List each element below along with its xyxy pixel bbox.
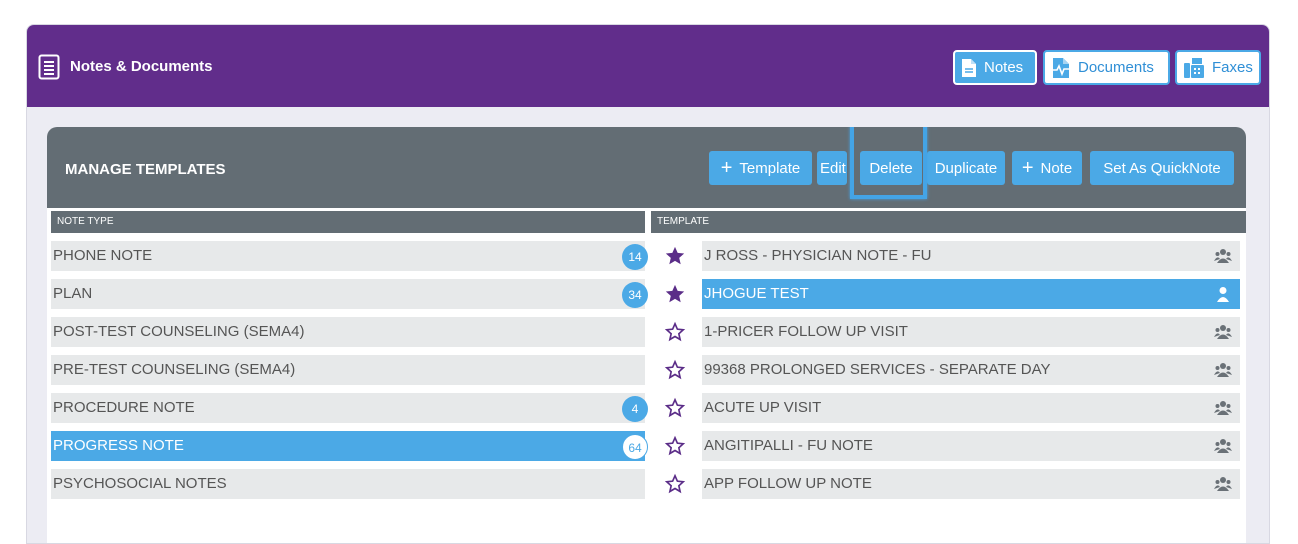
edit-label: Edit (820, 159, 846, 177)
tab-faxes-label: Faxes (1212, 59, 1253, 76)
duplicate-button[interactable]: Duplicate (927, 151, 1005, 185)
template-label: APP FOLLOW UP NOTE (704, 475, 872, 492)
note-type-row[interactable]: POST-TEST COUNSELING (SEMA4) (51, 317, 645, 347)
template-label: ACUTE UP VISIT (704, 399, 822, 416)
template-item[interactable]: 99368 PROLONGED SERVICES - SEPARATE DAY (702, 355, 1240, 385)
template-row[interactable]: J ROSS - PHYSICIAN NOTE - FU (651, 241, 1246, 271)
note-type-row[interactable]: PSYCHOSOCIAL NOTES (51, 469, 645, 499)
note-type-row[interactable]: PLAN 34 (51, 279, 648, 309)
note-type-row[interactable]: PROCEDURE NOTE 4 (51, 393, 648, 423)
users-group-icon (1214, 439, 1232, 453)
star-outline-icon[interactable] (664, 359, 686, 381)
users-group-icon (1214, 401, 1232, 415)
template-row[interactable]: 99368 PROLONGED SERVICES - SEPARATE DAY (651, 355, 1246, 385)
add-template-button[interactable]: + Template (709, 151, 812, 185)
manage-templates-toolbar: MANAGE TEMPLATES + Template Edit Delete … (47, 127, 1246, 208)
template-label: 99368 PROLONGED SERVICES - SEPARATE DAY (704, 361, 1051, 378)
count-badge: 14 (622, 244, 648, 270)
note-type-label: PROCEDURE NOTE (53, 399, 195, 416)
template-item[interactable]: J ROSS - PHYSICIAN NOTE - FU (702, 241, 1240, 271)
note-type-row[interactable]: PRE-TEST COUNSELING (SEMA4) (51, 355, 645, 385)
users-group-icon (1214, 325, 1232, 339)
template-item[interactable]: APP FOLLOW UP NOTE (702, 469, 1240, 499)
manage-templates-title: MANAGE TEMPLATES (65, 161, 226, 178)
template-label: JHOGUE TEST (704, 285, 809, 302)
template-label: 1-PRICER FOLLOW UP VISIT (704, 323, 908, 340)
note-type-row-selected[interactable]: PROGRESS NOTE 64 (51, 431, 648, 461)
star-outline-icon[interactable] (664, 435, 686, 457)
note-type-label: PLAN (53, 285, 93, 302)
note-type-label: POST-TEST COUNSELING (SEMA4) (53, 323, 305, 340)
tab-faxes[interactable]: Faxes (1175, 50, 1261, 85)
plus-icon: + (1021, 157, 1034, 179)
tab-notes[interactable]: Notes (953, 50, 1037, 85)
edit-button[interactable]: Edit (817, 151, 847, 185)
card-title: Notes & Documents (70, 58, 213, 75)
count-badge: 64 (622, 434, 648, 460)
delete-label: Delete (869, 159, 913, 177)
notes-documents-card: Notes & Documents Notes Documents Faxes … (26, 24, 1270, 544)
star-outline-icon[interactable] (664, 321, 686, 343)
star-filled-icon[interactable] (664, 245, 686, 267)
star-filled-icon[interactable] (664, 283, 686, 305)
star-outline-icon[interactable] (664, 473, 686, 495)
tab-documents-label: Documents (1078, 59, 1154, 76)
single-user-icon (1217, 287, 1229, 302)
notes-document-icon (38, 54, 60, 80)
template-row[interactable]: 1-PRICER FOLLOW UP VISIT (651, 317, 1246, 347)
count-badge: 4 (622, 396, 648, 422)
template-row-selected[interactable]: JHOGUE TEST (651, 279, 1246, 309)
template-item[interactable]: ACUTE UP VISIT (702, 393, 1240, 423)
template-item[interactable]: JHOGUE TEST (702, 279, 1240, 309)
manage-templates-panel: MANAGE TEMPLATES + Template Edit Delete … (47, 127, 1246, 543)
fax-icon (1184, 57, 1204, 78)
star-outline-icon[interactable] (664, 397, 686, 419)
tab-notes-label: Notes (984, 59, 1024, 76)
template-item[interactable]: 1-PRICER FOLLOW UP VISIT (702, 317, 1240, 347)
users-group-icon (1214, 363, 1232, 377)
duplicate-label: Duplicate (934, 159, 998, 177)
set-as-quicknote-button[interactable]: Set As QuickNote (1090, 151, 1234, 185)
add-note-button[interactable]: + Note (1012, 151, 1082, 185)
add-note-label: Note (1040, 159, 1073, 177)
note-type-label: PHONE NOTE (53, 247, 153, 264)
note-file-icon (962, 58, 976, 77)
note-type-header: NOTE TYPE (51, 211, 645, 233)
template-row[interactable]: ANGITIPALLI - FU NOTE (651, 431, 1246, 461)
note-type-row[interactable]: PHONE NOTE 14 (51, 241, 648, 271)
template-row[interactable]: APP FOLLOW UP NOTE (651, 469, 1246, 499)
tab-documents[interactable]: Documents (1043, 50, 1170, 85)
count-badge: 34 (622, 282, 648, 308)
note-type-label: PROGRESS NOTE (53, 437, 184, 454)
users-group-icon (1214, 249, 1232, 263)
users-group-icon (1214, 477, 1232, 491)
template-label: ANGITIPALLI - FU NOTE (704, 437, 873, 454)
note-type-label: PRE-TEST COUNSELING (SEMA4) (53, 361, 296, 378)
document-pulse-icon (1053, 57, 1069, 78)
card-header: Notes & Documents Notes Documents Faxes (27, 25, 1269, 107)
add-template-label: Template (739, 159, 801, 177)
set-as-quicknote-label: Set As QuickNote (1103, 159, 1221, 177)
template-label: J ROSS - PHYSICIAN NOTE - FU (704, 247, 932, 264)
delete-button[interactable]: Delete (860, 151, 922, 185)
note-type-label: PSYCHOSOCIAL NOTES (53, 475, 227, 492)
template-row[interactable]: ACUTE UP VISIT (651, 393, 1246, 423)
plus-icon: + (720, 157, 733, 179)
template-item[interactable]: ANGITIPALLI - FU NOTE (702, 431, 1240, 461)
template-header: TEMPLATE (651, 211, 1246, 233)
